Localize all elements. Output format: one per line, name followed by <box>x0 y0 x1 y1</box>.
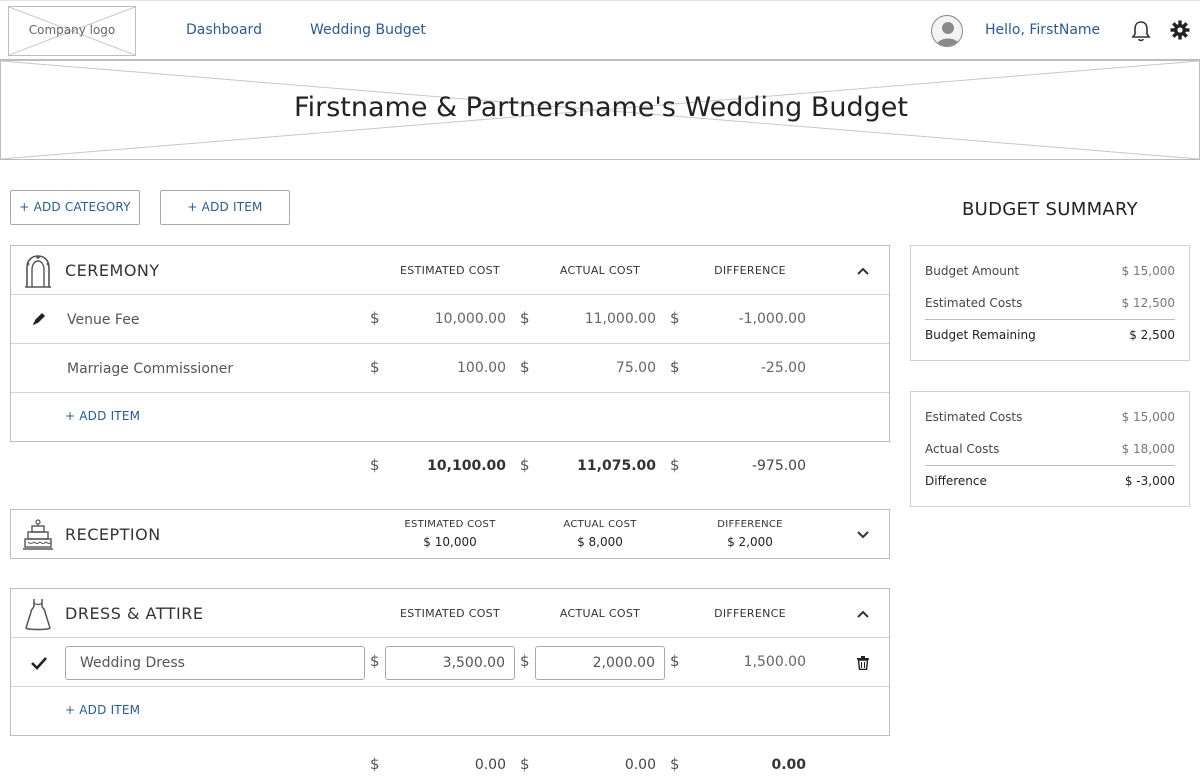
total-estimated: 10,100.00 <box>427 458 506 474</box>
currency-symbol: $ <box>670 309 680 327</box>
currency-symbol: $ <box>370 652 380 670</box>
estimated-cost-header: ESTIMATED COST <box>404 519 496 530</box>
category-header[interactable]: CEREMONY ESTIMATED COST ACTUAL COST DIFF… <box>11 246 889 295</box>
user-greeting[interactable]: Hello, FirstName <box>985 22 1100 38</box>
arch-icon <box>23 254 53 288</box>
summary-label: Difference <box>925 474 987 488</box>
top-bar: Company logo Dashboard Wedding Budget He… <box>0 0 1200 60</box>
difference-value: -25.00 <box>760 360 806 376</box>
difference-value: 1,500.00 <box>743 654 806 670</box>
currency-symbol: $ <box>520 652 530 670</box>
summary-value: $ 2,500 <box>1129 328 1175 342</box>
category-header[interactable]: DRESS & ATTIRE ESTIMATED COST ACTUAL COS… <box>11 589 889 638</box>
summary-label: Estimated Costs <box>925 410 1023 424</box>
gear-icon[interactable] <box>1170 20 1192 42</box>
summary-label: Budget Remaining <box>925 328 1036 342</box>
currency-symbol: $ <box>370 309 380 327</box>
summary-label: Actual Costs <box>925 442 1000 456</box>
item-name-input[interactable]: Wedding Dress <box>65 646 365 680</box>
currency-symbol: $ <box>670 652 680 670</box>
actual-cost: $ 8,000 <box>577 535 623 549</box>
table-row-editing: Wedding Dress $ 3,500.00 $ 2,000.00 $ 1,… <box>11 638 889 687</box>
difference-value: -1,000.00 <box>738 311 806 327</box>
add-item-row: + ADD ITEM <box>11 687 889 736</box>
total-difference: 0.00 <box>771 757 806 773</box>
estimated-cost-header: ESTIMATED COST <box>400 607 500 620</box>
item-name[interactable]: Marriage Commissioner <box>67 361 233 377</box>
summary-value: $ 12,500 <box>1121 296 1175 310</box>
summary-label: Estimated Costs <box>925 296 1023 310</box>
summary-value: $ 18,000 <box>1121 442 1175 456</box>
avatar[interactable] <box>931 15 963 47</box>
category-title: CEREMONY <box>65 261 160 280</box>
item-name[interactable]: Venue Fee <box>67 312 139 328</box>
pencil-icon[interactable] <box>31 311 47 327</box>
budget-summary-title: BUDGET SUMMARY <box>962 199 1138 220</box>
bell-icon[interactable] <box>1131 20 1153 42</box>
summary-value: $ 15,000 <box>1121 264 1175 278</box>
divider <box>925 319 1175 320</box>
summary-value: $ -3,000 <box>1124 474 1175 488</box>
currency-symbol: $ <box>520 358 530 376</box>
total-estimated: 0.00 <box>474 757 506 773</box>
total-actual: 11,075.00 <box>577 458 656 474</box>
total-difference: -975.00 <box>751 458 806 474</box>
banner-image: Firstname & Partnersname's Wedding Budge… <box>0 60 1200 160</box>
table-row: Venue Fee $ 10,000.00 $ 11,000.00 $ -1,0… <box>11 295 889 344</box>
divider <box>925 465 1175 466</box>
difference-header: DIFFERENCE <box>714 607 786 620</box>
actual-cost: 11,000.00 <box>584 311 656 327</box>
summary-label: Budget Amount <box>925 264 1020 278</box>
logo-text: Company logo <box>28 23 116 37</box>
page-title: Firstname & Partnersname's Wedding Budge… <box>294 92 908 123</box>
currency-symbol: $ <box>670 358 680 376</box>
currency-symbol: $ <box>670 456 680 474</box>
nav-wedding-budget[interactable]: Wedding Budget <box>310 22 426 38</box>
currency-symbol: $ <box>370 755 380 773</box>
difference-header: DIFFERENCE <box>717 519 783 530</box>
add-item-link[interactable]: + ADD ITEM <box>65 409 140 423</box>
difference-value: $ 2,000 <box>727 535 773 549</box>
total-actual: 0.00 <box>624 757 656 773</box>
category-dress-attire: DRESS & ATTIRE ESTIMATED COST ACTUAL COS… <box>10 588 890 736</box>
actual-cost: 75.00 <box>615 360 656 376</box>
estimated-cost: 10,000.00 <box>434 311 506 327</box>
currency-symbol: $ <box>520 309 530 327</box>
currency-symbol: $ <box>370 358 380 376</box>
add-item-row: + ADD ITEM <box>11 393 889 442</box>
category-title: RECEPTION <box>65 525 161 544</box>
currency-symbol: $ <box>670 755 680 773</box>
add-category-button[interactable]: + ADD CATEGORY <box>10 190 140 225</box>
add-item-link[interactable]: + ADD ITEM <box>65 703 140 717</box>
category-title: DRESS & ATTIRE <box>65 604 204 623</box>
cake-icon <box>23 517 53 551</box>
add-item-button[interactable]: + ADD ITEM <box>160 190 290 225</box>
currency-symbol: $ <box>520 755 530 773</box>
summary-value: $ 15,000 <box>1121 410 1175 424</box>
estimated-cost-header: ESTIMATED COST <box>400 264 500 277</box>
estimated-cost: $ 10,000 <box>423 535 477 549</box>
checkmark-icon[interactable] <box>31 655 47 671</box>
currency-symbol: $ <box>520 456 530 474</box>
budget-summary-box: Budget Amount $ 15,000 Estimated Costs $… <box>910 245 1190 361</box>
table-row: Marriage Commissioner $ 100.00 $ 75.00 $… <box>11 344 889 393</box>
trash-icon[interactable] <box>857 655 873 671</box>
actual-cost-input[interactable]: 2,000.00 <box>535 646 665 680</box>
company-logo[interactable]: Company logo <box>8 6 136 56</box>
dress-icon <box>23 597 53 631</box>
currency-symbol: $ <box>370 456 380 474</box>
estimated-cost: 100.00 <box>457 360 506 376</box>
category-ceremony: CEREMONY ESTIMATED COST ACTUAL COST DIFF… <box>10 245 890 442</box>
chevron-up-icon[interactable] <box>855 606 871 622</box>
nav-dashboard[interactable]: Dashboard <box>186 22 262 38</box>
category-reception[interactable]: RECEPTION ESTIMATED COST $ 10,000 ACTUAL… <box>10 509 890 559</box>
difference-header: DIFFERENCE <box>714 264 786 277</box>
estimated-cost-input[interactable]: 3,500.00 <box>385 646 515 680</box>
cost-summary-box: Estimated Costs $ 15,000 Actual Costs $ … <box>910 391 1190 507</box>
actual-cost-header: ACTUAL COST <box>559 264 641 277</box>
actual-cost-header: ACTUAL COST <box>563 519 637 530</box>
chevron-down-icon[interactable] <box>855 527 871 543</box>
chevron-up-icon[interactable] <box>855 263 871 279</box>
actual-cost-header: ACTUAL COST <box>559 607 641 620</box>
